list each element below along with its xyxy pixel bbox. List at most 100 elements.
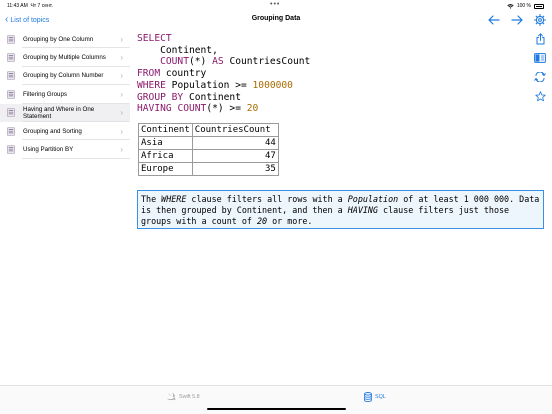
share-icon[interactable] (533, 32, 547, 46)
code-keyword: FROM (137, 68, 161, 80)
status-date: Чт 7 сент. (30, 3, 53, 9)
status-right: 100 % (507, 3, 544, 9)
document-icon (7, 71, 15, 81)
code-number: 20 (246, 103, 259, 115)
code-keyword: SELECT (137, 33, 172, 44)
code-text: CountriesCount (223, 56, 311, 68)
sidebar-item-label: Grouping by Column Number (23, 72, 104, 80)
tab-swift-label: Swift 5.8 (179, 393, 200, 400)
chevron-right-icon: › (120, 89, 123, 99)
sidebar-item-label: Filtering Groups (23, 90, 68, 98)
back-button[interactable]: ‹ List of topics (5, 14, 49, 26)
sidebar-item-label: Using Partition BY (23, 145, 74, 153)
sidebar-item[interactable]: Grouping by Column Number › (0, 67, 130, 86)
sidebar-layout-icon[interactable] (533, 51, 547, 65)
code-keyword: GROUP BY (137, 91, 184, 103)
code-text: country (160, 68, 207, 80)
chevron-left-icon: ‹ (5, 14, 9, 25)
note-emphasis: 20 (256, 216, 268, 226)
result-header-row: Continent CountriesCount (138, 123, 279, 137)
gear-icon[interactable] (533, 13, 547, 27)
column-header-countriescount: CountriesCount (191, 123, 279, 137)
status-time: 11:43 AM Чт 7 сент. (7, 3, 53, 9)
multitasking-dots-icon[interactable]: ••• (270, 1, 280, 8)
cell-count: 44 (191, 136, 279, 150)
note-text: clause filters all rows with a (186, 194, 348, 204)
tab-sql-label: SQL (375, 394, 386, 400)
battery-icon (534, 3, 544, 9)
code-keyword: COUNT (160, 56, 189, 68)
star-icon[interactable] (533, 89, 547, 103)
result-header: Continent CountriesCount (138, 123, 279, 137)
table-row: Europe 35 (138, 162, 279, 176)
code-text: Population >= (165, 79, 253, 91)
chevron-right-icon: › (120, 34, 123, 44)
cell-continent: Africa (138, 149, 193, 163)
status-time-text: 11:43 AM (7, 3, 28, 9)
tab-sql[interactable]: SQL (364, 392, 386, 402)
sidebar-item[interactable]: Grouping by Multiple Columns › (0, 48, 130, 67)
code-text: Continent, (137, 44, 218, 56)
code-text: (*) (189, 56, 213, 68)
tab-swift[interactable]: Swift 5.8 (166, 392, 200, 401)
document-icon (7, 53, 15, 62)
sidebar-item[interactable]: Grouping and Sorting › (0, 122, 130, 141)
cell-count: 35 (191, 162, 279, 176)
code-keyword: COUNT (177, 103, 207, 115)
app-screen: 11:43 AM Чт 7 сент. ••• 100 % ‹ List of … (0, 0, 552, 414)
sidebar-item-label: Having and Where in One Statement (23, 105, 95, 120)
back-label: List of topics (10, 16, 50, 24)
document-icon (7, 145, 15, 154)
cell-count: 47 (191, 149, 279, 163)
sidebar-item[interactable]: Grouping by One Column › (0, 30, 130, 49)
sidebar-item-label: Grouping by One Column (23, 35, 94, 43)
wifi-icon (507, 3, 514, 9)
table-row: Asia 44 (138, 136, 279, 150)
note-text: or more. (267, 216, 313, 226)
chevron-right-icon: › (120, 71, 123, 81)
sidebar: Grouping by One Column › Grouping by Multi… (0, 30, 130, 159)
arrow-back-icon[interactable] (487, 13, 501, 27)
note-emphasis: Population (347, 194, 399, 204)
status-bar: 11:43 AM Чт 7 сент. ••• 100 % (0, 0, 552, 12)
battery-text: 100 % (516, 3, 531, 9)
code-keyword: WHERE (137, 79, 166, 91)
sidebar-item[interactable]: Having and Where in One Statement › (0, 103, 130, 122)
sidebar-item-label: Grouping and Sorting (23, 127, 82, 135)
code-number: 1000000 (252, 79, 293, 91)
code-keyword: HAVING (137, 103, 172, 115)
note-text: The (141, 194, 162, 204)
toolbar (487, 13, 547, 27)
code-keyword: AS (212, 56, 224, 68)
sidebar-item[interactable]: Using Partition BY › (0, 140, 130, 159)
divider (22, 157, 130, 159)
swift-icon (166, 392, 176, 401)
chevron-right-icon: › (120, 108, 123, 118)
cell-continent: Asia (138, 136, 193, 150)
home-indicator[interactable] (207, 408, 346, 410)
document-icon (7, 34, 15, 44)
arrow-forward-icon[interactable] (510, 13, 524, 27)
document-icon (7, 126, 15, 136)
result-body: Asia 44 Africa 47 Europe 35 (138, 136, 279, 176)
query-result-table: Continent CountriesCount Asia 44 Africa … (138, 123, 279, 176)
refresh-icon[interactable] (533, 70, 547, 84)
table-row: Africa 47 (138, 149, 279, 163)
code-text: Continent (183, 91, 241, 103)
document-icon (7, 90, 15, 99)
sidebar-item[interactable]: Filtering Groups › (0, 85, 130, 104)
sidebar-item-label: Grouping by Multiple Columns (23, 53, 106, 61)
chevron-right-icon: › (120, 145, 123, 155)
chevron-right-icon: › (120, 53, 123, 63)
chevron-right-icon: › (120, 126, 123, 136)
sql-code-block: SELECT Continent, COUNT(*) AS CountriesC… (137, 33, 310, 115)
note-emphasis: WHERE (161, 194, 187, 204)
page-title: Grouping Data (251, 15, 301, 22)
column-header-continent: Continent (138, 123, 193, 137)
note-emphasis: HAVING (347, 205, 378, 215)
explanation-note: The WHERE clause filters all rows with a… (137, 190, 544, 229)
database-icon (364, 392, 372, 402)
cell-continent: Europe (138, 162, 193, 176)
document-icon (7, 108, 15, 118)
